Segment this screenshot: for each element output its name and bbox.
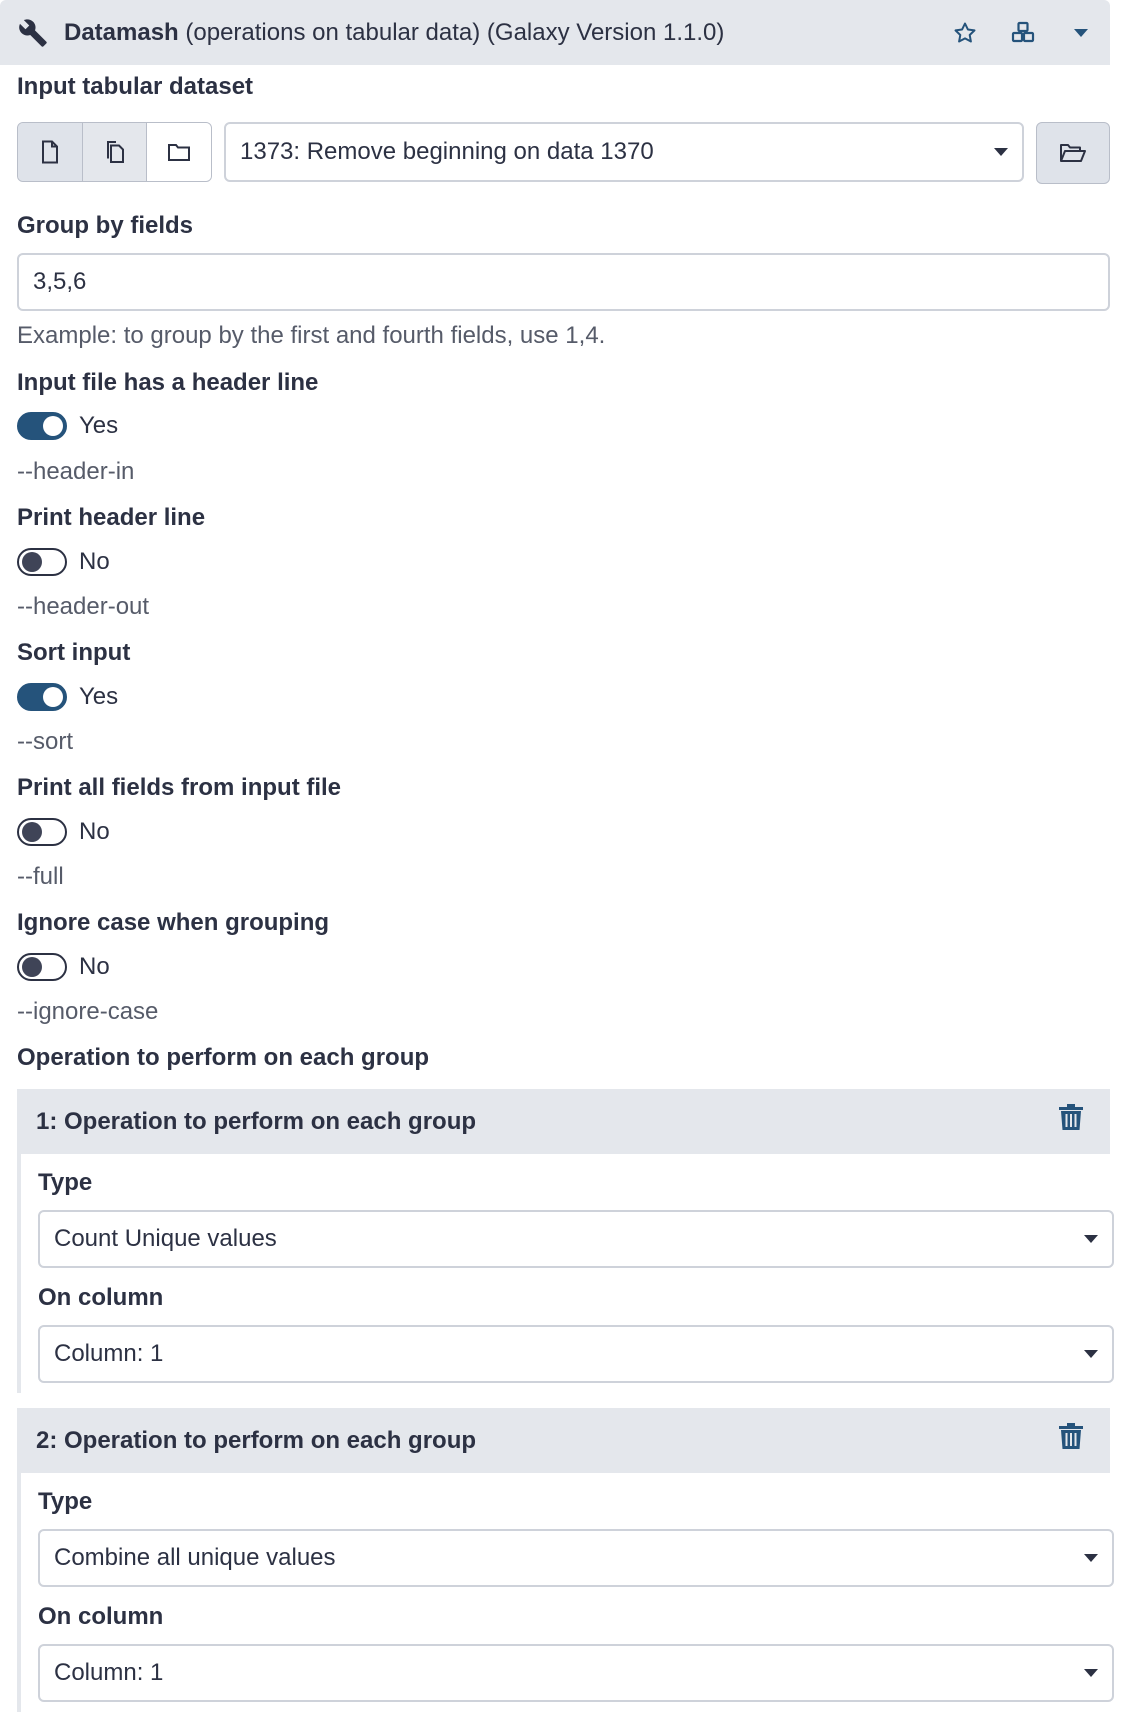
operation-header: 1: Operation to perform on each group	[21, 1089, 1110, 1154]
group-by-input[interactable]: 3,5,6	[17, 253, 1110, 311]
column-label: On column	[38, 1603, 164, 1630]
folder-open-icon	[1060, 144, 1086, 162]
group-by-label: Group by fields	[17, 212, 194, 239]
files-icon	[106, 141, 124, 163]
header-in-label: Input file has a header line	[17, 369, 319, 396]
type-label: Type	[38, 1488, 93, 1515]
operation-type-select[interactable]: Combine all unique values	[38, 1529, 1114, 1587]
dataset-collection-button[interactable]	[147, 123, 211, 181]
ignore-case-toggle[interactable]: No	[17, 953, 110, 981]
operation-header: 2: Operation to perform on each group	[21, 1408, 1110, 1473]
column-label: On column	[38, 1284, 164, 1311]
cubes-icon[interactable]	[994, 0, 1052, 65]
input-dataset-value: 1373: Remove beginning on data 1370	[240, 138, 654, 165]
ignore-case-label: Ignore case when grouping	[17, 909, 330, 936]
column-value: Column: 1	[54, 1659, 164, 1686]
column-value: Column: 1	[54, 1340, 164, 1367]
group-by-help: Example: to group by the first and fourt…	[17, 322, 606, 349]
single-dataset-button[interactable]	[18, 123, 83, 181]
tool-title: Datamash (operations on tabular data) (G…	[64, 19, 724, 47]
dataset-mode-buttons	[17, 122, 212, 182]
group-by-value: 3,5,6	[33, 268, 87, 295]
toggle-state: Yes	[79, 412, 119, 439]
operation-title: 2: Operation to perform on each group	[36, 1426, 477, 1454]
input-dataset-select[interactable]: 1373: Remove beginning on data 1370	[224, 122, 1024, 182]
options-caret-icon[interactable]	[1052, 0, 1110, 65]
tool-header: Datamash (operations on tabular data) (G…	[0, 0, 1110, 65]
multiple-datasets-button[interactable]	[83, 123, 148, 181]
browse-datasets-button[interactable]	[1036, 122, 1110, 184]
toggle-switch[interactable]	[17, 548, 67, 576]
trash-icon[interactable]	[1058, 1422, 1084, 1452]
tool-description: (operations on tabular data) (Galaxy Ver…	[185, 18, 725, 46]
full-label: Print all fields from input file	[17, 774, 342, 801]
operation-title: 1: Operation to perform on each group	[36, 1107, 477, 1135]
toggle-switch[interactable]	[17, 412, 67, 440]
type-label: Type	[38, 1169, 93, 1196]
operations-label: Operation to perform on each group	[17, 1044, 430, 1071]
operation-block-2: 2: Operation to perform on each group Ty…	[17, 1408, 1114, 1712]
operation-block-1: 1: Operation to perform on each group Ty…	[17, 1089, 1114, 1393]
toggle-state: No	[79, 953, 110, 980]
column-select[interactable]: Column: 1	[38, 1325, 1114, 1383]
header-out-flag: --header-out	[17, 593, 150, 620]
wrench-icon	[18, 18, 48, 48]
header-in-toggle[interactable]: Yes	[17, 412, 118, 440]
chevron-down-icon	[1084, 1554, 1098, 1562]
file-icon	[41, 140, 58, 164]
trash-icon[interactable]	[1058, 1103, 1084, 1133]
operation-type-select[interactable]: Count Unique values	[38, 1210, 1114, 1268]
header-out-label: Print header line	[17, 504, 206, 531]
chevron-down-icon	[994, 148, 1008, 156]
sort-flag: --sort	[17, 728, 73, 755]
toggle-switch[interactable]	[17, 683, 67, 711]
full-flag: --full	[17, 863, 64, 890]
toggle-switch[interactable]	[17, 953, 67, 981]
header-in-flag: --header-in	[17, 458, 135, 485]
toggle-state: Yes	[79, 683, 119, 710]
toggle-state: No	[79, 818, 110, 845]
sort-input-label: Sort input	[17, 639, 131, 666]
folder-icon	[168, 144, 191, 161]
column-select[interactable]: Column: 1	[38, 1644, 1114, 1702]
toggle-switch[interactable]	[17, 818, 67, 846]
operation-type-value: Combine all unique values	[54, 1544, 336, 1571]
full-toggle[interactable]: No	[17, 818, 110, 846]
chevron-down-icon	[1084, 1669, 1098, 1677]
favorite-star-icon[interactable]	[936, 0, 994, 65]
ignore-case-flag: --ignore-case	[17, 998, 159, 1025]
sort-input-toggle[interactable]: Yes	[17, 683, 118, 711]
chevron-down-icon	[1084, 1235, 1098, 1243]
header-out-toggle[interactable]: No	[17, 548, 110, 576]
chevron-down-icon	[1084, 1350, 1098, 1358]
tool-name: Datamash	[64, 18, 179, 46]
input-dataset-label: Input tabular dataset	[17, 73, 254, 100]
toggle-state: No	[79, 548, 110, 575]
operation-type-value: Count Unique values	[54, 1225, 277, 1252]
